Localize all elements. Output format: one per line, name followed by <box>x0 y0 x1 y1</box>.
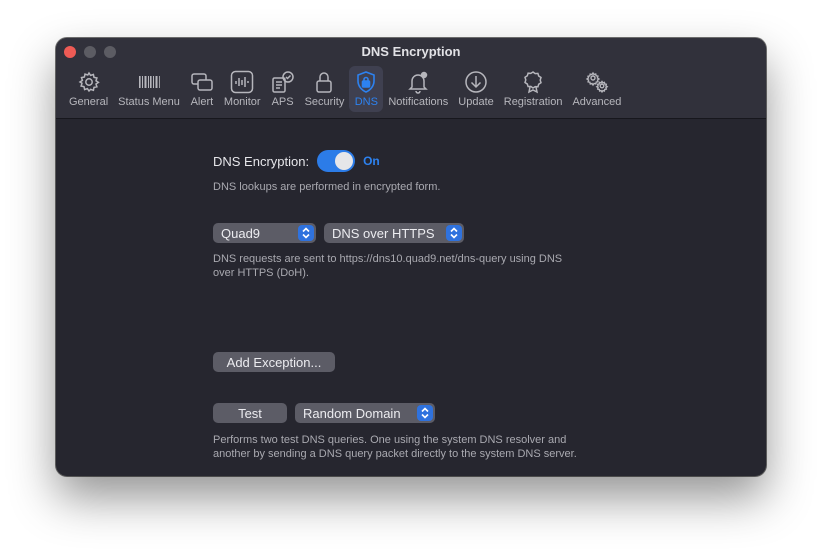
test-button[interactable]: Test <box>213 403 287 423</box>
provider-description-line: DNS requests are sent to https://dns10.q… <box>213 253 563 265</box>
tab-label: Security <box>304 96 345 108</box>
toggle-state-label: On <box>363 154 380 168</box>
tab-advanced[interactable]: Advanced <box>567 66 626 112</box>
lock-icon <box>316 72 333 93</box>
tab-dns[interactable]: DNS <box>349 66 384 112</box>
status-menu-icon <box>139 76 160 88</box>
dns-server-select[interactable]: Quad9 <box>213 223 316 243</box>
aps-icon <box>271 71 294 93</box>
test-description: Performs two test DNS queries. One using… <box>213 433 673 461</box>
tab-label: Status Menu <box>118 96 180 108</box>
tab-update[interactable]: Update <box>453 66 498 112</box>
encryption-toggle[interactable] <box>317 150 356 172</box>
provider-description: DNS requests are sent to https://dns10.q… <box>213 252 633 280</box>
badge-icon <box>524 71 542 94</box>
tab-label: Alert <box>190 96 214 108</box>
preferences-window: DNS Encryption General Status Menu Alert… <box>56 38 766 476</box>
tab-notifications[interactable]: Notifications <box>383 66 453 112</box>
test-description-line: Performs two test DNS queries. One using… <box>213 434 567 446</box>
tab-registration[interactable]: Registration <box>499 66 568 112</box>
test-description-line: another by sending a DNS query packet di… <box>213 448 577 460</box>
preferences-toolbar: General Status Menu Alert Monitor APS Se… <box>64 66 626 112</box>
add-exception-button[interactable]: Add Exception... <box>213 352 335 372</box>
monitor-icon <box>231 70 254 94</box>
exception-row: Add Exception... <box>213 352 335 372</box>
dns-settings-pane: DNS Encryption: On DNS lookups are perfo… <box>56 119 766 476</box>
chevron-up-down-icon <box>446 225 462 241</box>
tab-label: Advanced <box>572 96 622 108</box>
test-mode-select[interactable]: Random Domain <box>295 403 435 423</box>
chevron-up-down-icon <box>417 405 433 421</box>
bell-icon <box>408 71 429 94</box>
tab-label: Notifications <box>388 96 449 108</box>
tab-monitor[interactable]: Monitor <box>219 66 266 112</box>
tab-label: Registration <box>503 96 563 108</box>
tab-label: General <box>69 96 109 108</box>
window-title: DNS Encryption <box>361 44 461 59</box>
encryption-label: DNS Encryption: <box>213 153 310 169</box>
alert-icon <box>191 73 213 91</box>
tab-label: Monitor <box>223 96 261 108</box>
title-bar: DNS Encryption General Status Menu Alert… <box>56 38 766 119</box>
dns-server-value: Quad9 <box>221 225 261 241</box>
tab-aps[interactable]: APS <box>266 66 300 112</box>
tab-security[interactable]: Security <box>300 66 350 112</box>
tab-status-menu[interactable]: Status Menu <box>113 66 185 112</box>
tab-label: APS <box>271 96 294 108</box>
encryption-description: DNS lookups are performed in encrypted f… <box>213 181 441 193</box>
gears-icon <box>585 71 609 94</box>
tab-label: DNS <box>354 96 378 108</box>
tab-label: Update <box>458 96 494 108</box>
test-mode-value: Random Domain <box>303 405 401 421</box>
tab-general[interactable]: General <box>64 66 113 112</box>
toggle-knob <box>335 152 354 170</box>
provider-row: Quad9 DNS over HTTPS <box>213 223 464 243</box>
gear-icon <box>78 71 100 93</box>
provider-description-line: over HTTPS (DoH). <box>213 267 309 279</box>
chevron-up-down-icon <box>298 225 314 241</box>
dns-shield-icon <box>357 71 376 93</box>
encryption-row: DNS Encryption: On <box>213 150 380 172</box>
dns-protocol-value: DNS over HTTPS <box>332 225 435 241</box>
tab-alert[interactable]: Alert <box>185 66 219 112</box>
test-row: Test Random Domain <box>213 403 435 423</box>
download-icon <box>465 71 487 93</box>
dns-protocol-select[interactable]: DNS over HTTPS <box>324 223 464 243</box>
